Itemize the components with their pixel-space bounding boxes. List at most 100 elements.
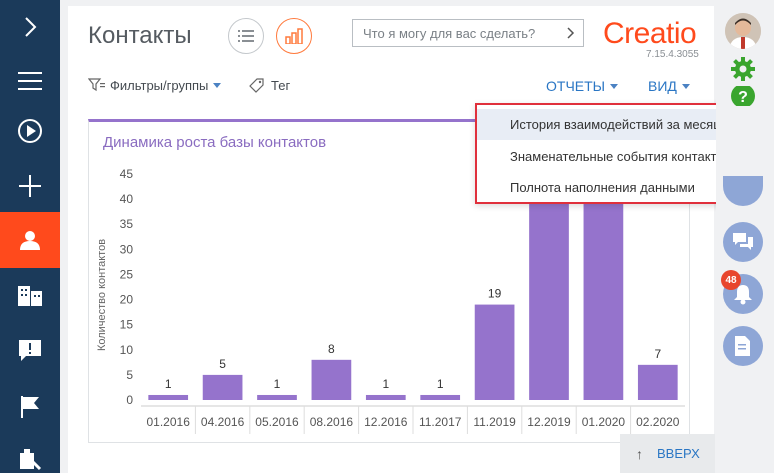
chart-bar (257, 394, 297, 400)
chart-view-button[interactable] (276, 18, 312, 54)
chart-bar (637, 364, 678, 400)
user-photo (725, 13, 761, 49)
arrow-up-icon: ↑ (636, 445, 643, 462)
collapse-nav-button[interactable] (0, 0, 60, 54)
nav-item-activities[interactable] (0, 324, 60, 378)
data-label: 8 (328, 342, 335, 356)
data-label: 1 (382, 377, 389, 391)
add-button[interactable] (0, 159, 60, 213)
chart-bar (148, 394, 189, 400)
list-icon (238, 30, 254, 42)
nav-item-tools[interactable] (0, 432, 60, 473)
x-tick-label: 11.2017 (419, 415, 462, 429)
menu-icon (18, 72, 42, 90)
x-tick-label: 11.2019 (473, 415, 516, 429)
y-tick-label: 40 (120, 192, 134, 206)
tag-button[interactable]: Тег (248, 77, 290, 93)
svg-text:?: ? (738, 89, 748, 106)
play-icon (18, 119, 42, 143)
chart-bar (311, 359, 352, 400)
chart-bar (365, 394, 406, 400)
list-view-button[interactable] (228, 18, 264, 54)
chevron-right-icon (567, 27, 575, 39)
y-tick-label: 25 (120, 267, 134, 281)
y-tick-label: 5 (126, 368, 133, 382)
x-tick-label: 05.2016 (255, 415, 299, 429)
back-to-top-label: ВВЕРХ (657, 446, 700, 461)
y-tick-label: 0 (126, 393, 133, 407)
back-to-top-button[interactable]: ↑ ВВЕРХ (620, 434, 715, 473)
x-tick-label: 12.2016 (364, 415, 408, 429)
chart-bar (583, 189, 624, 400)
data-label: 19 (488, 287, 502, 301)
x-tick-label: 08.2016 (310, 415, 354, 429)
y-tick-label: 30 (120, 242, 134, 256)
chart-bar (420, 394, 461, 400)
data-label: 5 (219, 357, 226, 371)
x-tick-label: 01.2020 (582, 415, 626, 429)
nav-item-contacts[interactable] (0, 212, 60, 268)
main-panel: Контакты Что я могу для вас сделать? Cre… (68, 6, 714, 473)
x-tick-label: 12.2019 (527, 415, 571, 429)
view-menu-button[interactable]: ВИД (648, 78, 690, 94)
filter-icon (88, 78, 105, 92)
view-label: ВИД (648, 78, 677, 94)
user-icon (20, 231, 40, 250)
nav-item-flags[interactable] (0, 380, 60, 434)
y-tick-label: 35 (120, 217, 134, 231)
building-icon (18, 286, 42, 306)
help-icon: ? (731, 86, 755, 106)
tag-label: Тег (271, 77, 291, 93)
caret-down-icon (610, 83, 619, 89)
y-tick-label: 45 (120, 167, 134, 181)
reports-button[interactable]: ОТЧЕТЫ (546, 78, 619, 94)
notification-count-badge: 48 (721, 270, 741, 290)
left-navigation (0, 0, 60, 473)
chart-bar (529, 189, 569, 400)
data-label: 1 (274, 377, 281, 391)
chat-icon (733, 233, 753, 250)
flag-icon (21, 396, 39, 418)
caret-down-icon (213, 82, 222, 88)
search-input[interactable]: Что я могу для вас сделать? (353, 26, 559, 41)
documents-button[interactable] (723, 326, 763, 366)
data-label: 1 (165, 377, 172, 391)
version-label: 7.15.4.3055 (646, 49, 699, 60)
filters-groups-button[interactable]: Фильтры/группы (88, 77, 222, 93)
chat-button[interactable] (723, 222, 763, 262)
nav-item-accounts[interactable] (0, 268, 60, 322)
avatar[interactable] (725, 13, 761, 49)
chart-bar (474, 304, 515, 400)
y-tick-label: 10 (120, 343, 134, 357)
y-tick-label: 15 (120, 318, 134, 332)
tag-icon (249, 78, 264, 93)
right-sidebar: ? 48 (716, 0, 774, 473)
process-button[interactable] (0, 104, 60, 158)
caret-down-icon (681, 83, 690, 89)
filters-label: Фильтры/группы (110, 77, 209, 93)
data-label: 1 (437, 377, 444, 391)
gear-icon (731, 57, 755, 81)
chevron-right-icon (25, 17, 37, 37)
reports-label: ОТЧЕТЫ (546, 78, 606, 94)
menu-button[interactable] (0, 54, 60, 108)
exclamation-bubble-icon (19, 340, 41, 361)
x-tick-label: 01.2016 (147, 415, 191, 429)
plus-icon (19, 175, 41, 197)
x-tick-label: 04.2016 (201, 415, 245, 429)
x-tick-label: 02.2020 (636, 415, 680, 429)
y-tick-label: 20 (120, 293, 134, 307)
bar-chart-icon (285, 28, 303, 44)
creatio-logo: Creatio (603, 17, 697, 50)
y-axis-label: Количество контактов (96, 239, 108, 351)
settings-button[interactable] (730, 56, 756, 82)
page-title: Контакты (88, 22, 192, 49)
chart-bar (202, 374, 243, 400)
hidden-panel-button[interactable] (723, 176, 763, 206)
search-go-button[interactable] (559, 20, 583, 46)
command-search[interactable]: Что я могу для вас сделать? (352, 19, 584, 47)
tools-icon (20, 449, 42, 471)
help-button[interactable]: ? (730, 86, 756, 106)
data-label: 7 (654, 347, 661, 361)
document-icon (735, 336, 750, 356)
